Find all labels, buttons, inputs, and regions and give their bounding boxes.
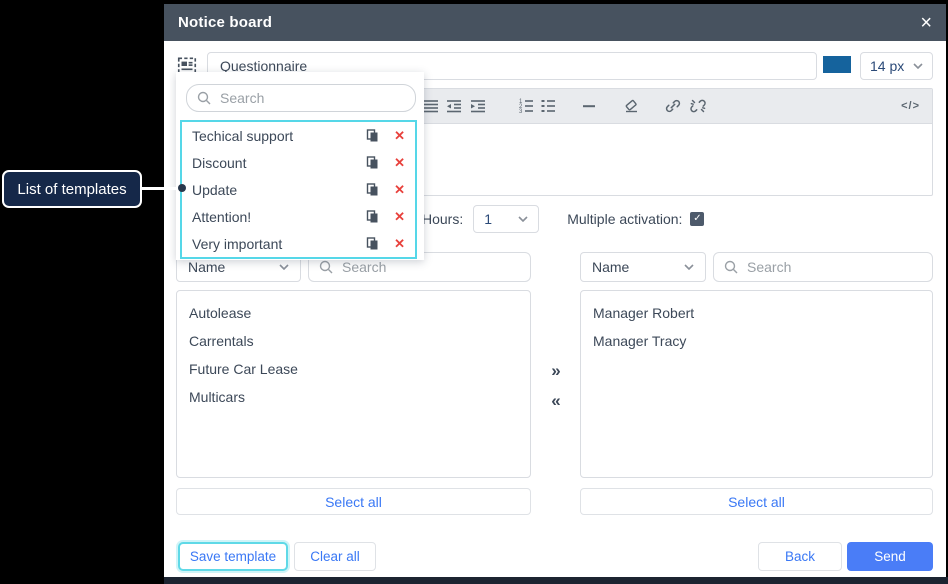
- horizontal-rule-icon[interactable]: [580, 97, 598, 115]
- font-size-value: 14 px: [870, 58, 904, 74]
- chevron-down-icon: [684, 264, 694, 270]
- delete-icon[interactable]: ✕: [394, 155, 405, 171]
- multiple-activation-checkbox[interactable]: ✓: [690, 212, 704, 226]
- chevron-down-icon: [279, 264, 289, 270]
- right-search-input[interactable]: [745, 258, 922, 276]
- indent-icon[interactable]: [469, 97, 487, 115]
- right-select-all-button[interactable]: Select all: [580, 488, 933, 515]
- callout-label: List of templates: [2, 170, 142, 208]
- right-search-box[interactable]: [713, 252, 933, 282]
- left-filter-value: Name: [188, 259, 225, 275]
- list-item[interactable]: Manager Robert: [581, 299, 932, 327]
- delete-icon[interactable]: ✕: [394, 209, 405, 225]
- list-item[interactable]: Autolease: [177, 299, 530, 327]
- link-icon[interactable]: [664, 97, 682, 115]
- template-list-item[interactable]: Very important ✕: [182, 230, 415, 257]
- copy-icon[interactable]: [366, 210, 379, 223]
- template-name[interactable]: Discount: [192, 155, 366, 171]
- multiple-activation-label: Multiple activation:: [567, 211, 682, 227]
- send-button[interactable]: Send: [847, 542, 933, 571]
- code-view-icon[interactable]: </>: [901, 100, 920, 112]
- list-item[interactable]: Manager Tracy: [581, 327, 932, 355]
- template-name[interactable]: Techical support: [192, 128, 366, 144]
- selected-list: Manager Robert Manager Tracy: [580, 290, 933, 478]
- copy-icon[interactable]: [366, 129, 379, 142]
- callout-connector-dot: [178, 184, 186, 192]
- back-button[interactable]: Back: [758, 542, 842, 571]
- template-name[interactable]: Update: [192, 182, 366, 198]
- eraser-icon[interactable]: [622, 97, 640, 115]
- delete-icon[interactable]: ✕: [394, 236, 405, 252]
- copy-icon[interactable]: [366, 156, 379, 169]
- font-size-select[interactable]: 14 px: [860, 52, 933, 80]
- clear-all-button[interactable]: Clear all: [294, 542, 376, 571]
- unordered-list-icon[interactable]: [539, 97, 557, 115]
- left-select-all-button[interactable]: Select all: [176, 488, 531, 515]
- templates-search-box[interactable]: [186, 84, 416, 112]
- template-name[interactable]: Very important: [192, 236, 366, 252]
- copy-icon[interactable]: [366, 237, 379, 250]
- template-list-item[interactable]: Techical support ✕: [182, 122, 415, 149]
- template-name[interactable]: Attention!: [192, 209, 366, 225]
- hours-label: Hours:: [422, 211, 463, 227]
- move-right-button[interactable]: »: [544, 360, 568, 382]
- svg-text:3: 3: [519, 109, 523, 115]
- screen-background: Notice board × 14 px: [0, 0, 948, 584]
- page-background-strip: [164, 577, 948, 584]
- dialog-title: Notice board: [178, 14, 272, 31]
- template-list-item[interactable]: Update ✕: [182, 176, 415, 203]
- move-left-button[interactable]: «: [544, 390, 568, 412]
- template-list-item[interactable]: Attention! ✕: [182, 203, 415, 230]
- outdent-icon[interactable]: [445, 97, 463, 115]
- list-item[interactable]: Carrentals: [177, 327, 530, 355]
- right-filter-value: Name: [592, 259, 629, 275]
- search-icon: [724, 260, 738, 274]
- hours-value: 1: [484, 211, 492, 227]
- available-list: Autolease Carrentals Future Car Lease Mu…: [176, 290, 531, 478]
- copy-icon[interactable]: [366, 183, 379, 196]
- callout-connector-line: [142, 187, 180, 190]
- list-item[interactable]: Multicars: [177, 383, 530, 411]
- list-item[interactable]: Future Car Lease: [177, 355, 530, 383]
- settings-row: Hours: 1 Multiple activation: ✓: [422, 205, 704, 233]
- ordered-list-icon[interactable]: 123: [517, 97, 535, 115]
- dialog-header: Notice board ×: [164, 4, 946, 41]
- close-icon[interactable]: ×: [920, 13, 932, 33]
- unlink-icon[interactable]: [689, 97, 707, 115]
- save-template-button[interactable]: Save template: [178, 542, 288, 571]
- search-icon: [197, 91, 211, 105]
- templates-list: Techical support ✕ Discount ✕ Update ✕ A…: [180, 120, 417, 259]
- notice-board-dialog: Notice board × 14 px: [164, 4, 946, 577]
- templates-dropdown-panel: Techical support ✕ Discount ✕ Update ✕ A…: [176, 72, 424, 260]
- templates-search-input[interactable]: [218, 89, 405, 107]
- right-filter-select[interactable]: Name: [580, 252, 706, 282]
- align-justify-icon[interactable]: [422, 97, 440, 115]
- hours-select[interactable]: 1: [473, 205, 539, 233]
- search-icon: [319, 260, 333, 274]
- delete-icon[interactable]: ✕: [394, 128, 405, 144]
- chevron-down-icon: [913, 63, 923, 69]
- left-search-input[interactable]: [340, 258, 520, 276]
- template-list-item[interactable]: Discount ✕: [182, 149, 415, 176]
- text-color-swatch[interactable]: [823, 56, 851, 73]
- delete-icon[interactable]: ✕: [394, 182, 405, 198]
- chevron-down-icon: [518, 216, 528, 222]
